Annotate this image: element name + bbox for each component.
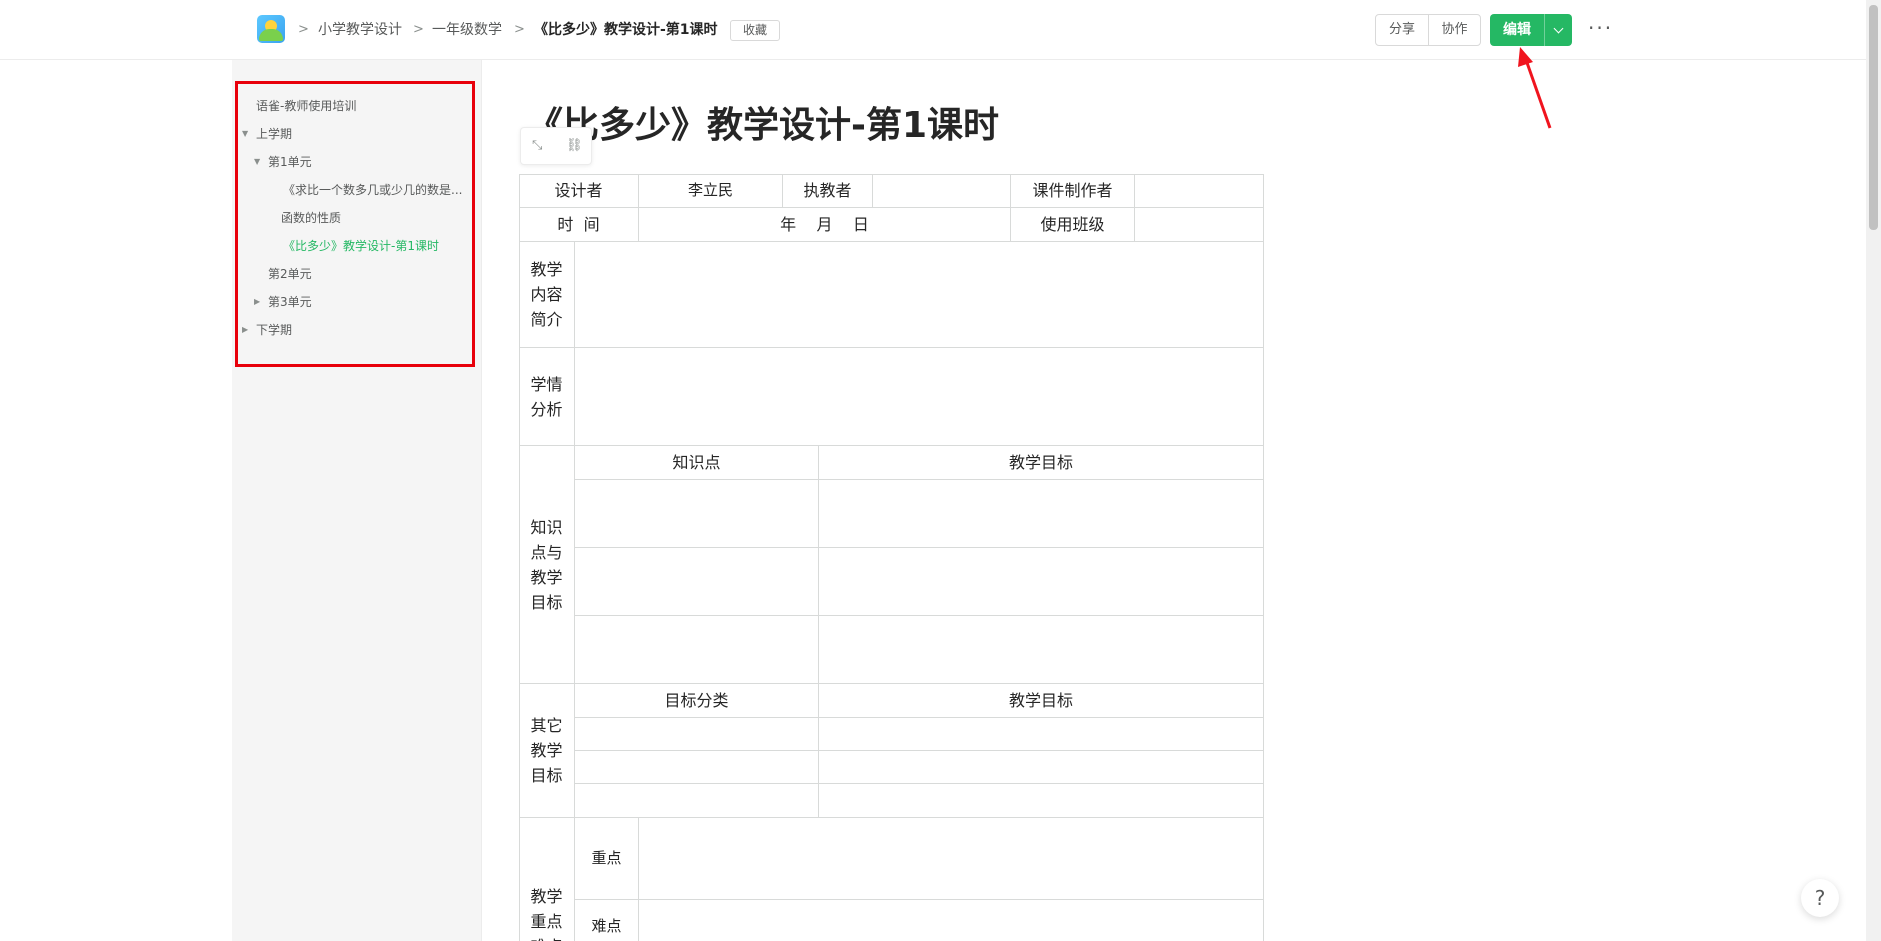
table-cell[interactable]: 年 月 日 [639,208,1011,242]
table-cell-empty[interactable] [819,548,1264,616]
breadcrumb-current: 《比多少》教学设计-第1课时 [534,22,718,38]
table-row-label: 教学重点难点 [519,818,575,941]
table-cell: 设计者 [519,174,639,208]
table-cell-empty[interactable] [819,751,1264,784]
caret-down-icon[interactable]: ▼ [254,154,260,170]
table-cell-empty[interactable] [575,348,1264,446]
toc-item[interactable]: 上学期 [256,126,292,142]
more-menu-icon[interactable]: ··· [1588,16,1613,40]
annotation-arrow-icon [1518,47,1552,129]
table-cell: 使用班级 [1011,208,1135,242]
share-collab-group: 分享 协作 [1375,14,1481,46]
table-cell-empty[interactable] [1135,208,1264,242]
table-cell-empty[interactable] [819,480,1264,548]
table-header-cell: 知识点 [575,446,819,480]
table-row-label: 学情分析 [519,348,575,446]
toc-item[interactable]: 第1单元 [268,154,312,170]
toc-item[interactable]: 语雀-教师使用培训 [256,98,356,114]
table-cell-empty[interactable] [575,242,1264,348]
breadcrumb-separator-icon: > [514,22,525,37]
edit-button[interactable]: 编辑 [1490,14,1544,46]
table-cell-empty[interactable] [575,548,819,616]
table-cell: 重点 [575,818,639,900]
intro-label: 教学内容简介 [530,260,563,329]
caret-right-icon[interactable]: ▶ [254,294,260,310]
caret-right-icon[interactable]: ▶ [242,322,248,338]
share-button[interactable]: 分享 [1376,15,1428,45]
favorite-button[interactable]: 收藏 [730,20,780,41]
toc-item[interactable]: 函数的性质 [281,210,341,226]
table-cell-empty[interactable] [575,718,819,751]
table-header-cell: 教学目标 [819,684,1264,718]
knowledge-section-label: 知识点与教学目标 [530,517,563,612]
table-cell: 难点 [575,900,639,941]
link-icon[interactable]: ⛓ [566,138,583,153]
table-cell-empty[interactable] [819,616,1264,684]
table-row-label: 知识点与教学目标 [519,446,575,684]
table-cell-empty[interactable] [819,718,1264,751]
help-button[interactable]: ? [1801,879,1839,917]
breadcrumb-item[interactable]: 一年级数学 [432,20,502,40]
table-cell-empty[interactable] [1135,174,1264,208]
breadcrumb-separator-icon: > [413,22,424,37]
table-cell-empty[interactable] [575,751,819,784]
table-cell: 执教者 [783,174,873,208]
edit-button-group: 编辑 [1490,14,1572,46]
toc-item[interactable]: 《求比一个数多几或少几的数是... [283,182,462,198]
table-row-label: 其它教学目标 [519,684,575,818]
table-header-cell: 目标分类 [575,684,819,718]
toc-item[interactable]: 第2单元 [268,266,312,282]
table-cell-empty[interactable] [639,900,1264,941]
analysis-label: 学情分析 [530,374,563,419]
table-cell-empty[interactable] [639,818,1264,900]
logo-leaf-shape [259,29,283,41]
table-cell: 课件制作者 [1011,174,1135,208]
breadcrumb-separator-icon: > [298,22,309,37]
collaborate-button[interactable]: 协作 [1428,15,1480,45]
table-cell-empty[interactable] [575,480,819,548]
toc-item[interactable]: 第3单元 [268,294,312,310]
caret-down-icon[interactable]: ▼ [242,126,248,142]
edit-dropdown-chevron-icon[interactable] [1544,14,1572,46]
table-cell[interactable]: 李立民 [639,174,783,208]
expand-icon[interactable]: ⤡ [532,138,542,153]
other-goals-label: 其它教学目标 [530,716,563,785]
table-cell-empty[interactable] [575,616,819,684]
table-cell: 时 间 [519,208,639,242]
scrollbar-thumb[interactable] [1869,5,1878,230]
focus-section-label: 教学重点难点 [530,887,563,941]
app-logo[interactable] [257,15,285,43]
breadcrumb-item[interactable]: 小学教学设计 [318,20,402,40]
table-row-label: 教学内容简介 [519,242,575,348]
top-header: > 小学教学设计 > 一年级数学 > 《比多少》教学设计-第1课时 收藏 分享 … [0,0,1866,60]
lesson-design-table: 设计者 李立民 执教者 课件制作者 时 间 年 月 日 使用班级 教学内容简介 … [519,174,1264,941]
table-cell-empty[interactable] [873,174,1011,208]
toc-item-active[interactable]: 《比多少》教学设计-第1课时 [283,238,439,254]
table-cell-empty[interactable] [575,784,819,818]
table-header-cell: 教学目标 [819,446,1264,480]
document-title[interactable]: 《比多少》教学设计-第1课时 [527,96,999,148]
table-cell-empty[interactable] [819,784,1264,818]
toc-item[interactable]: 下学期 [256,322,292,338]
table-float-toolbar: ⤡ ⛓ [520,127,592,165]
